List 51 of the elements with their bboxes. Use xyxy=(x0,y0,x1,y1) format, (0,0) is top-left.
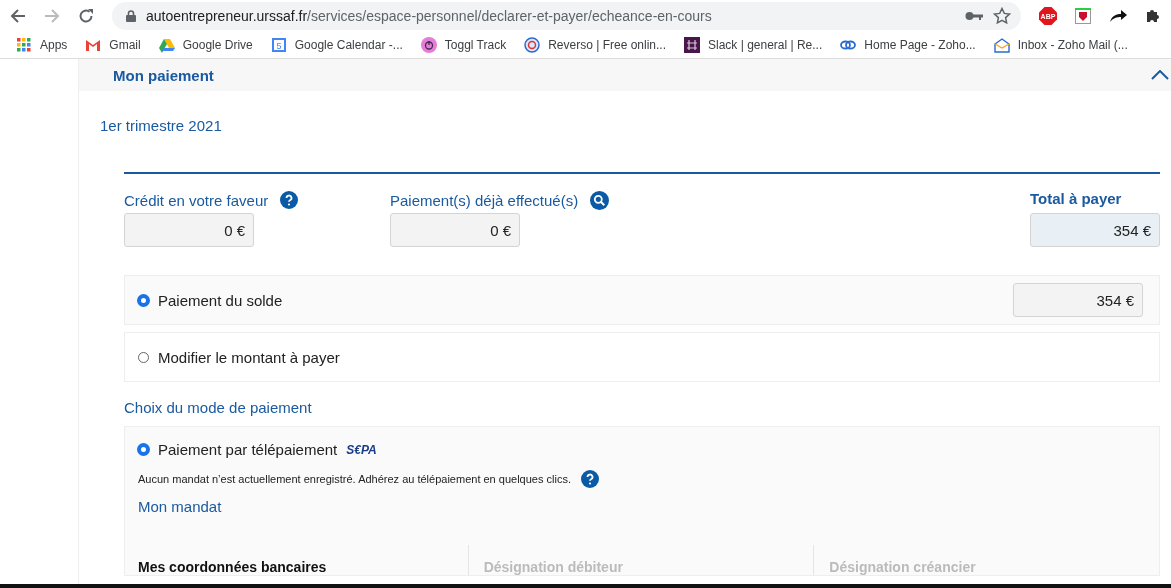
calendar-icon: 5 xyxy=(270,36,287,53)
mandate-note: Aucun mandat n’est actuellement enregistré. Adhérez au télépaiement en quelques clics. xyxy=(138,473,571,485)
amount-field: 354 € xyxy=(1013,283,1143,317)
section-title: Mon paiement xyxy=(113,66,214,84)
search-icon[interactable] xyxy=(590,190,610,210)
section-subtitle: Choix du mode de paiement xyxy=(124,399,313,416)
bookmark-link[interactable]: Slack | general | Re... xyxy=(684,36,823,53)
shield-icon[interactable] xyxy=(1075,7,1091,24)
puzzle-icon[interactable] xyxy=(1145,7,1161,24)
bookmark-link[interactable]: Inbox - Zoho Mail (... xyxy=(993,36,1128,53)
payment-option[interactable]: Paiement du solde 354 € xyxy=(124,275,1160,325)
bookmark-link[interactable]: Home Page - Zoho... xyxy=(840,36,976,53)
option-label: Paiement par télépaiement xyxy=(158,441,338,458)
lock-icon xyxy=(126,9,136,22)
star-icon[interactable] xyxy=(993,6,1011,25)
bookmark-link[interactable]: Apps xyxy=(16,36,68,53)
amount-field: 0 € xyxy=(390,213,520,247)
help-icon[interactable] xyxy=(580,470,599,488)
back-icon[interactable] xyxy=(10,7,26,24)
triangle-icon xyxy=(158,36,175,53)
total-label: Total à payer xyxy=(1030,190,1122,209)
key-icon[interactable] xyxy=(965,10,983,21)
apps-grid-icon xyxy=(16,36,32,53)
sepa-logo: S€PA xyxy=(346,442,377,457)
amount-field: 0 € xyxy=(124,213,254,247)
bookmark-link[interactable]: Google Drive xyxy=(158,36,253,53)
option-label: Modifier le montant à payer xyxy=(158,348,340,366)
bookmark-link[interactable]: Gmail xyxy=(85,36,141,53)
help-icon[interactable] xyxy=(280,191,299,209)
section-header[interactable]: Mon paiement xyxy=(79,59,1171,91)
mandate-link[interactable]: Mon mandat xyxy=(138,498,1159,515)
option-label: Paiement du solde xyxy=(158,291,283,309)
power-icon xyxy=(420,36,437,53)
hash-icon xyxy=(684,36,700,53)
chevron-up-icon[interactable] xyxy=(1151,70,1169,80)
bookmark-link[interactable]: 5 Google Calendar -... xyxy=(270,36,403,53)
period-title: 1er trimestre 2021 xyxy=(100,117,223,134)
arrow-icon[interactable] xyxy=(1109,8,1127,23)
envelope-icon xyxy=(993,36,1010,53)
total-field: 354 € xyxy=(1030,213,1160,247)
amount-label: Paiement(s) déjà effectué(s) xyxy=(390,191,579,209)
bookmark-link[interactable]: Reverso | Free onlin... xyxy=(524,36,666,53)
bookmark-link[interactable]: Toggl Track xyxy=(420,36,507,53)
radio-button[interactable] xyxy=(138,294,149,306)
payment-option[interactable]: Modifier le montant à payer xyxy=(124,332,1160,382)
address-bar[interactable]: autoentrepreneur.urssaf.fr/services/espace-personnel/declarer-et-payer/echeance-en-cours xyxy=(112,1,1021,30)
radio-button[interactable] xyxy=(138,351,149,363)
radio-button[interactable] xyxy=(138,444,149,455)
reload-icon[interactable] xyxy=(78,7,94,24)
column-heading[interactable]: Mes coordonnées bancaires xyxy=(138,559,327,575)
amount-label: Crédit en votre faveur xyxy=(124,191,269,209)
